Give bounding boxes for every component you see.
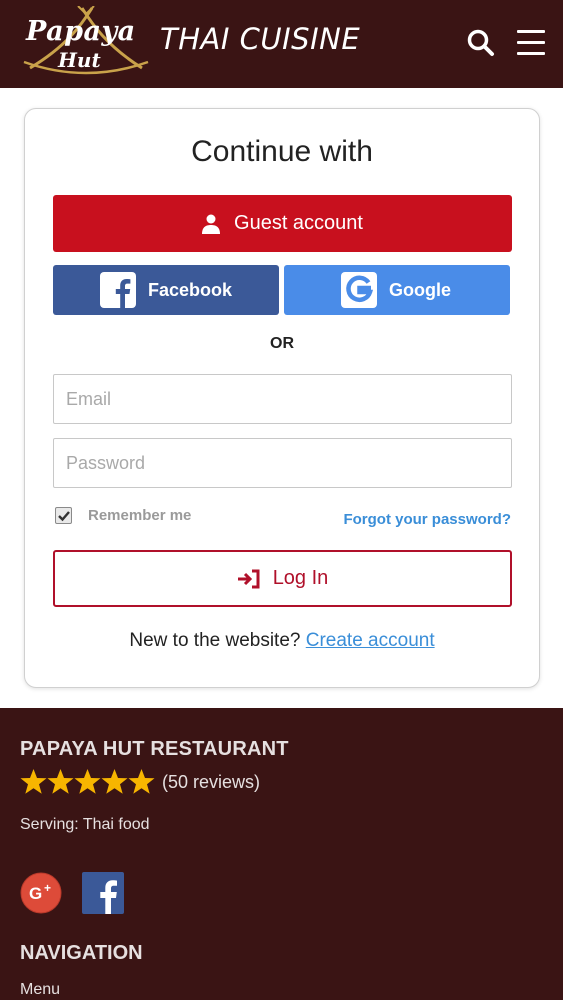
google-icon	[341, 272, 377, 308]
facebook-login-button[interactable]: Facebook	[53, 265, 279, 315]
checkmark-icon	[58, 511, 70, 522]
sign-in-icon	[237, 569, 260, 588]
facebook-label: Facebook	[148, 279, 233, 300]
header-tagline: THAI CUISINE	[160, 22, 361, 56]
five-stars-icon	[20, 769, 155, 794]
create-account-link[interactable]: Create account	[306, 630, 435, 651]
login-card: Continue with Guest account Facebook Goo…	[24, 108, 540, 688]
card-title: Continue with	[191, 135, 373, 168]
hamburger-menu-icon[interactable]	[517, 30, 545, 56]
new-account-prompt: New to the website? Create account	[25, 630, 539, 652]
restaurant-title: PAPAYA HUT RESTAURANT	[20, 738, 289, 760]
login-button[interactable]: Log In	[53, 550, 512, 607]
email-input[interactable]	[53, 374, 512, 424]
site-footer: PAPAYA HUT RESTAURANT (50 reviews) Servi…	[0, 708, 563, 1000]
google-label: Google	[389, 279, 451, 300]
svg-text:G: G	[29, 884, 42, 903]
logo-hut-text: Hut	[58, 48, 101, 72]
rating: (50 reviews)	[20, 768, 260, 796]
logo-papaya-text: Papaya	[26, 16, 136, 47]
remember-me-checkbox[interactable]	[55, 507, 72, 524]
or-divider: OR	[270, 335, 294, 352]
user-icon	[202, 214, 221, 234]
search-icon[interactable]	[466, 28, 496, 58]
reviews-count[interactable]: (50 reviews)	[162, 772, 260, 793]
guest-account-button[interactable]: Guest account	[53, 195, 512, 252]
new-account-text: New to the website?	[129, 630, 301, 651]
password-input[interactable]	[53, 438, 512, 488]
google-plus-icon[interactable]: G +	[20, 872, 62, 914]
site-header: Papaya Hut THAI CUISINE	[0, 0, 563, 88]
facebook-social-icon[interactable]	[82, 872, 124, 914]
navigation-title: NAVIGATION	[20, 942, 143, 964]
guest-account-label: Guest account	[234, 212, 363, 234]
login-label: Log In	[272, 567, 329, 589]
svg-text:+: +	[44, 881, 51, 895]
remember-me-label: Remember me	[88, 507, 192, 524]
serving-info: Serving: Thai food	[20, 816, 150, 833]
papaya-hut-logo[interactable]: Papaya Hut	[22, 6, 150, 78]
nav-item-menu[interactable]: Menu	[20, 981, 60, 999]
facebook-icon	[100, 272, 136, 308]
forgot-password-link[interactable]: Forgot your password?	[343, 511, 511, 528]
google-login-button[interactable]: Google	[284, 265, 510, 315]
remember-me[interactable]: Remember me	[55, 507, 191, 524]
